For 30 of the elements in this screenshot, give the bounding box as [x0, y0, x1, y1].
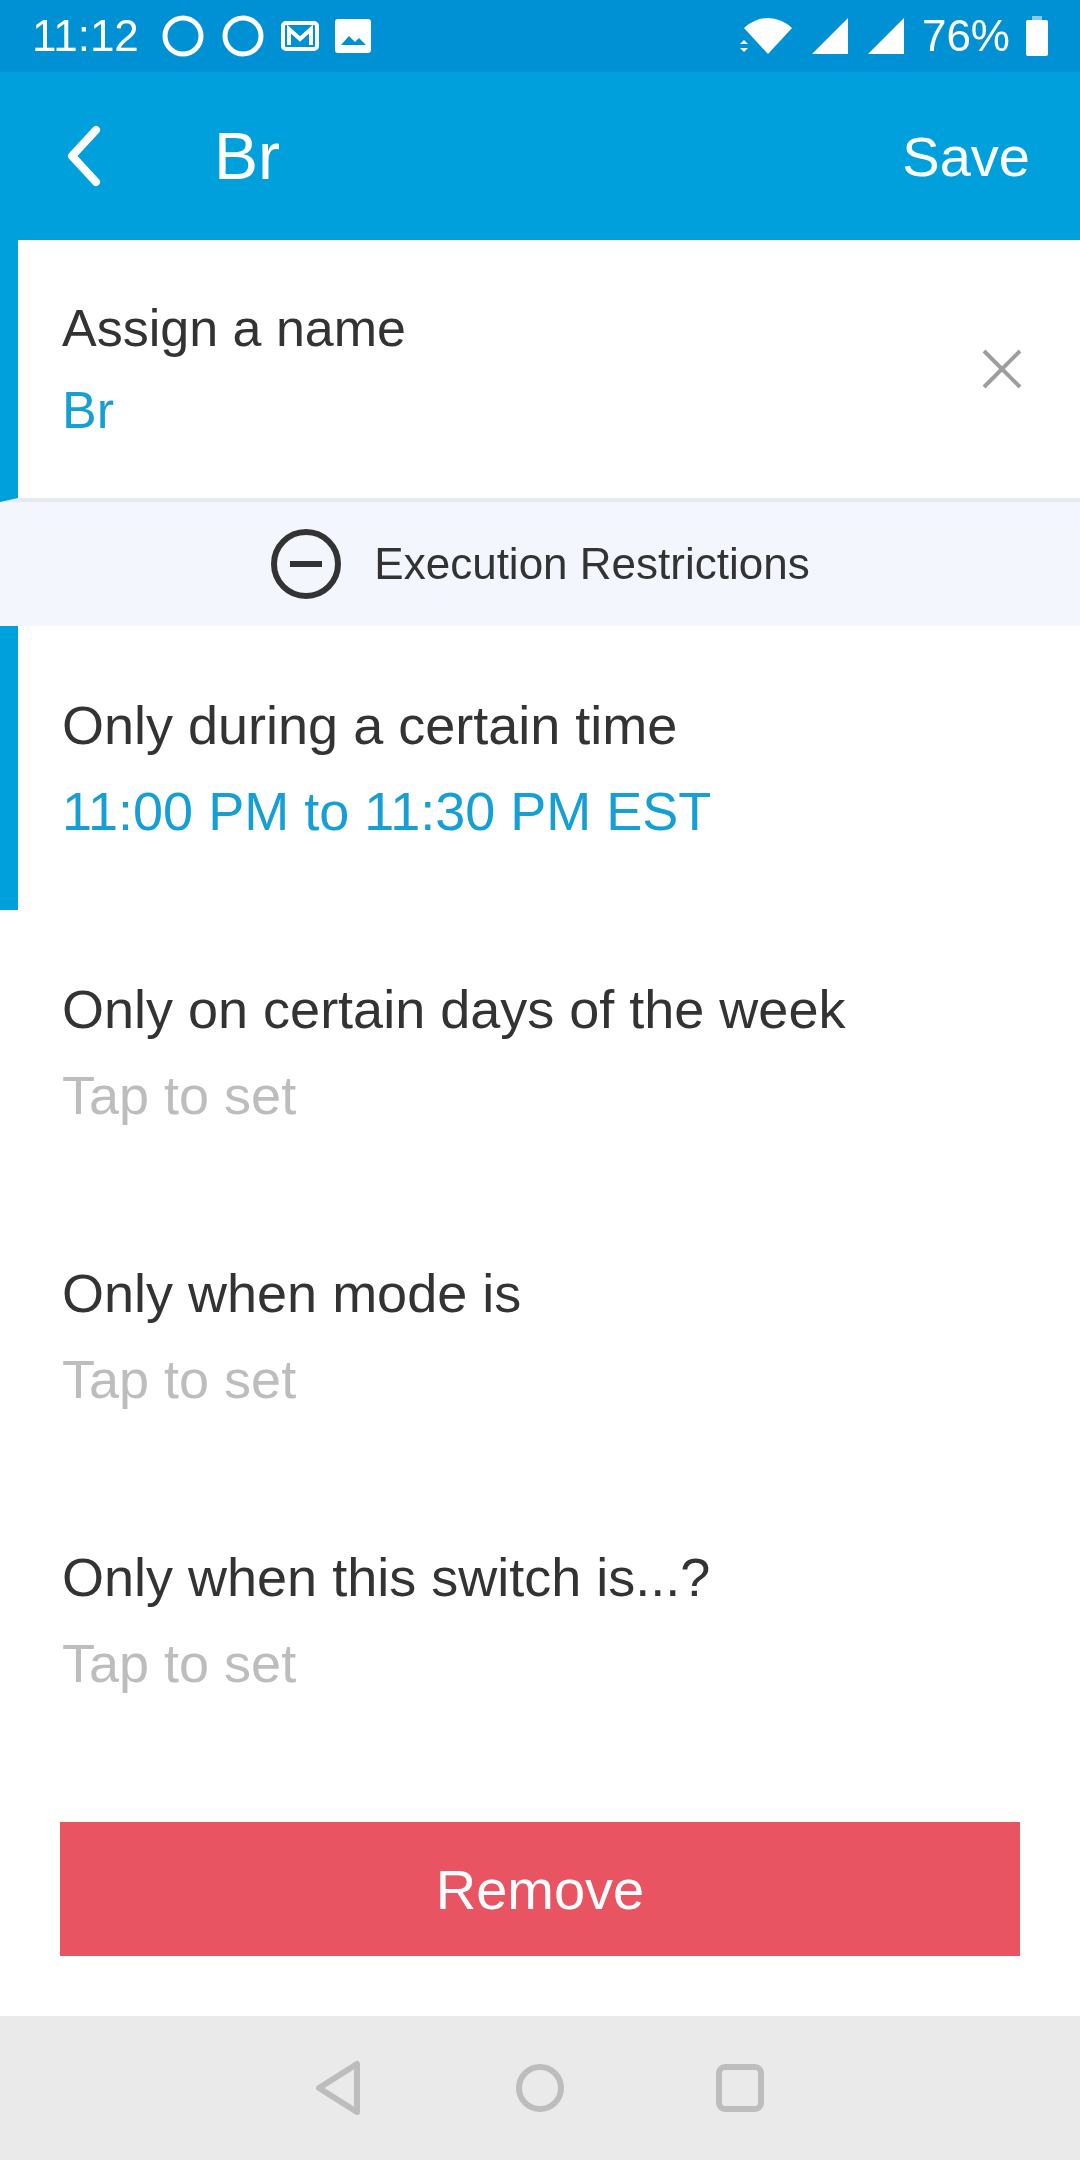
section-title: Execution Restrictions — [374, 539, 810, 589]
battery-level: 76% — [921, 11, 1010, 61]
restriction-item[interactable]: Only on certain days of the week Tap to set — [0, 910, 1080, 1194]
restriction-label: Only on certain days of the week — [62, 978, 847, 1040]
restriction-value: Tap to set — [62, 1632, 298, 1694]
section-header[interactable]: Execution Restrictions — [0, 502, 1080, 626]
collapse-icon[interactable] — [270, 528, 343, 600]
restriction-value: Tap to set — [62, 1064, 298, 1126]
restriction-item[interactable]: Only when this switch is...? Tap to set — [0, 1478, 1080, 1762]
restriction-label: Only during a certain time — [62, 694, 679, 756]
recents-icon[interactable] — [715, 2063, 765, 2113]
restriction-value: 11:00 PM to 11:30 PM EST — [62, 780, 713, 842]
close-icon[interactable] — [980, 347, 1024, 391]
image-icon — [334, 19, 371, 53]
status-time: 11:12 — [32, 11, 139, 61]
circle-icon — [160, 14, 205, 58]
screen-title: Br — [214, 118, 281, 194]
restriction-item[interactable]: Only when mode is Tap to set — [0, 1194, 1080, 1478]
mail-icon — [280, 21, 319, 51]
restriction-label: Only when this switch is...? — [62, 1546, 712, 1608]
name-card[interactable]: Assign a name Br — [0, 240, 1080, 502]
name-value: Br — [62, 380, 115, 440]
field-label: Assign a name — [62, 298, 407, 358]
battery-icon — [1026, 16, 1048, 56]
circle-icon — [220, 14, 265, 58]
home-icon[interactable] — [515, 2063, 565, 2113]
restriction-item[interactable]: Only during a certain time 11:00 PM to 11:30 PM EST — [0, 626, 1080, 910]
restriction-value: Tap to set — [62, 1348, 298, 1410]
remove-button[interactable]: Remove — [60, 1822, 1020, 1956]
restriction-label: Only when mode is — [62, 1262, 523, 1324]
